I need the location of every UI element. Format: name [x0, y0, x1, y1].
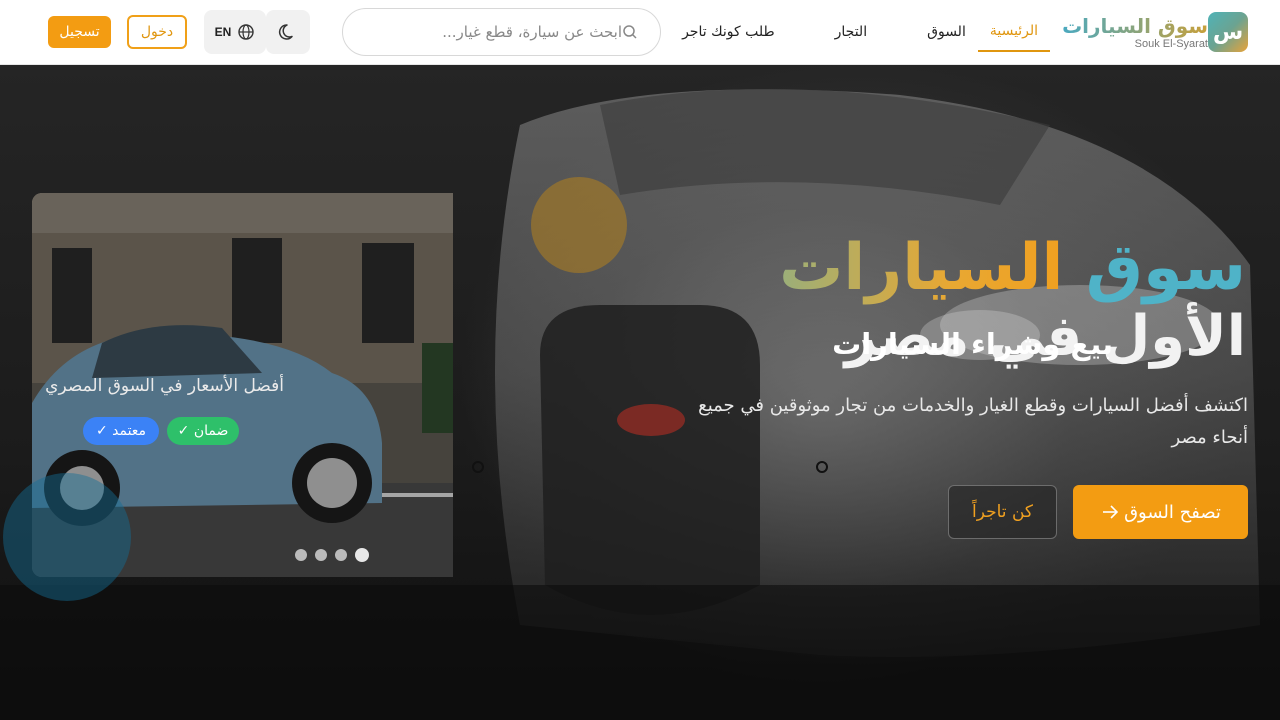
search-bar	[342, 8, 661, 56]
moon-icon	[278, 24, 293, 40]
brand-logo[interactable]: س سوق السيارات Souk El-Syarat	[1062, 12, 1248, 52]
browse-market-button[interactable]: تصفح السوق	[1073, 485, 1248, 539]
hero-title-sayarat: السيارات	[779, 231, 1064, 305]
slider-dot[interactable]	[335, 549, 347, 561]
register-button[interactable]: تسجيل	[48, 16, 111, 48]
nav-item-home[interactable]: الرئيسية	[977, 12, 1051, 52]
brand-name: سوق السيارات	[1062, 14, 1208, 38]
language-toggle-button[interactable]: EN	[204, 10, 266, 54]
nav-item-market[interactable]: السوق	[915, 12, 978, 52]
become-merchant-button[interactable]: كن تاجراً	[948, 485, 1057, 539]
slide-subtitle: أفضل الأسعار في السوق المصري	[45, 376, 284, 396]
search-icon	[623, 25, 637, 39]
slider-dot[interactable]	[295, 549, 307, 561]
slide-title: بيع وشراء السيارات	[832, 327, 1113, 361]
decorative-circle-blue	[3, 473, 131, 601]
guarantee-badge: ضمان ✓	[167, 417, 239, 445]
login-button[interactable]: دخول	[127, 15, 187, 49]
search-input[interactable]	[359, 23, 622, 41]
slider-dot-active[interactable]	[355, 548, 369, 562]
browse-market-label: تصفح السوق	[1124, 501, 1221, 523]
language-label: EN	[214, 25, 232, 39]
theme-toggle-button[interactable]	[266, 10, 310, 54]
logo-text: سوق السيارات Souk El-Syarat	[1062, 14, 1208, 50]
nav-item-become-merchant[interactable]: طلب كونك تاجر	[670, 12, 787, 52]
nav-item-merchants[interactable]: التجار	[823, 12, 879, 52]
globe-icon	[238, 24, 255, 40]
arrow-icon	[1103, 505, 1119, 519]
approved-badge: معتمد ✓	[83, 417, 159, 445]
brand-subtitle: Souk El-Syarat	[1134, 38, 1208, 50]
slider-dot[interactable]	[315, 549, 327, 561]
hero-section: سوق السيارات الأول في مصر اكتشف أفضل الس…	[0, 65, 1280, 720]
main-nav: الرئيسية السوق التجار طلب كونك تاجر	[634, 12, 1051, 52]
hero-title-souq: سوق	[1085, 231, 1246, 305]
decorative-circle-gold	[531, 177, 627, 273]
slider-dots	[295, 548, 369, 562]
hero-description: اكتشف أفضل السيارات وقطع الغيار والخدمات…	[698, 395, 1248, 448]
logo-badge: س	[1208, 12, 1248, 52]
